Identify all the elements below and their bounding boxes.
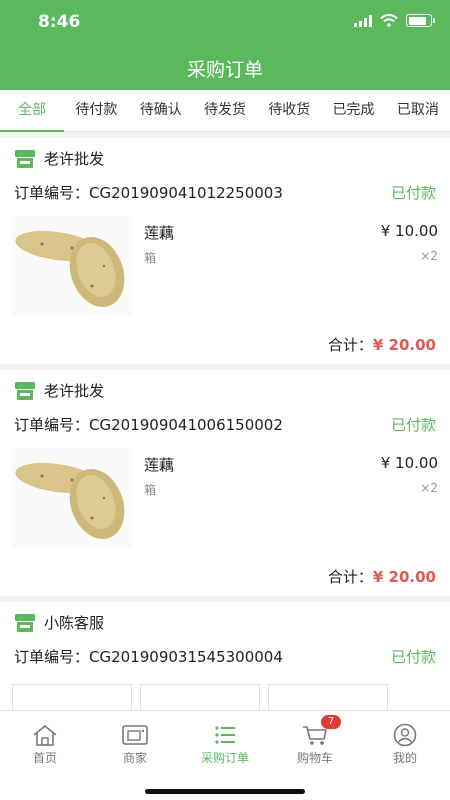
page-title: 采购订单 [186, 59, 263, 81]
order-number-row: 订单编号：CG201909031545300004 已付款 [14, 646, 436, 667]
store-icon [15, 613, 35, 632]
product-name: 莲藕 [144, 456, 175, 474]
nav-merchants[interactable]: 商家 [90, 711, 180, 771]
signal-icon [354, 14, 372, 27]
product-image-lotus-root [12, 216, 132, 316]
order-total-row: 合计：¥ 20.00 [328, 334, 436, 355]
nav-home-label: 首页 [32, 751, 57, 765]
tab-completed[interactable]: 已完成 [321, 90, 385, 131]
order-number: 订单编号：CG201909041006150002 [14, 416, 283, 434]
home-icon [33, 725, 57, 746]
tab-pending-payment[interactable]: 待付款 [64, 90, 128, 131]
store-row[interactable]: 小陈客服 [14, 612, 104, 633]
home-indicator[interactable] [145, 789, 305, 794]
total-label: 合计： [327, 336, 373, 354]
tab-pending-receive[interactable]: 待收货 [257, 90, 321, 131]
product-price: ¥ 10.00 [380, 222, 438, 240]
store-icon [122, 725, 148, 745]
product-image-lotus-root [12, 448, 132, 548]
app-header: 8:46 采购订单 [0, 0, 450, 90]
nav-purchase-orders[interactable]: 采购订单 [180, 711, 270, 771]
order-number-row: 订单编号：CG201909041012250003 已付款 [14, 182, 436, 203]
status-time: 8:46 [38, 12, 81, 32]
nav-home[interactable]: 首页 [0, 711, 90, 771]
order-total: ¥ 20.00 [372, 336, 436, 354]
product-quantity: ×2 [420, 249, 438, 263]
user-icon [393, 723, 417, 747]
order-card[interactable]: 小陈客服 订单编号：CG201909031545300004 已付款 [0, 602, 450, 722]
store-icon [15, 381, 35, 400]
bottom-nav: 首页 商家 采购订单 7 购物车 我的 [0, 710, 450, 800]
nav-cart[interactable]: 7 购物车 [270, 711, 360, 771]
product-unit: 箱 [144, 251, 157, 265]
status-icons [354, 14, 435, 27]
order-total-row: 合计：¥ 20.00 [328, 566, 436, 587]
total-label: 合计： [327, 568, 373, 586]
product-unit: 箱 [144, 483, 157, 497]
store-row[interactable]: 老许批发 [14, 148, 104, 169]
nav-profile[interactable]: 我的 [360, 711, 450, 771]
order-status: 已付款 [390, 416, 436, 434]
product-row[interactable]: 莲藕 箱 ¥ 10.00 ×2 [12, 448, 438, 548]
order-number-row: 订单编号：CG201909041006150002 已付款 [14, 414, 436, 435]
order-status: 已付款 [390, 184, 436, 202]
order-status-tabs: 全部 待付款 待确认 待发货 待收货 已完成 已取消 [0, 90, 450, 132]
cart-badge: 7 [321, 715, 341, 729]
store-icon [15, 149, 35, 168]
tab-cancelled[interactable]: 已取消 [386, 90, 450, 131]
list-icon [215, 726, 235, 744]
product-price: ¥ 10.00 [380, 454, 438, 472]
order-number: 订单编号：CG201909031545300004 [14, 648, 283, 666]
order-card[interactable]: 老许批发 订单编号：CG201909041012250003 已付款 莲藕 箱 … [0, 138, 450, 364]
tab-all[interactable]: 全部 [0, 90, 65, 132]
product-row[interactable]: 莲藕 箱 ¥ 10.00 ×2 [12, 216, 438, 316]
order-card[interactable]: 老许批发 订单编号：CG201909041006150002 已付款 莲藕 箱 … [0, 370, 450, 596]
order-total: ¥ 20.00 [372, 568, 436, 586]
store-name: 老许批发 [44, 150, 105, 168]
store-row[interactable]: 老许批发 [14, 380, 104, 401]
nav-merchants-label: 商家 [122, 751, 147, 765]
product-quantity: ×2 [420, 481, 438, 495]
tab-pending-confirm[interactable]: 待确认 [129, 90, 193, 131]
order-list: 老许批发 订单编号：CG201909041012250003 已付款 莲藕 箱 … [0, 138, 450, 728]
store-name: 老许批发 [44, 382, 105, 400]
order-status: 已付款 [390, 648, 436, 666]
tab-pending-ship[interactable]: 待发货 [193, 90, 257, 131]
wifi-icon [380, 14, 398, 27]
battery-icon [406, 14, 435, 27]
nav-purchase-orders-label: 采购订单 [200, 751, 249, 765]
product-name: 莲藕 [144, 224, 175, 242]
nav-profile-label: 我的 [392, 751, 417, 765]
nav-cart-label: 购物车 [296, 751, 333, 765]
order-number: 订单编号：CG201909041012250003 [14, 184, 283, 202]
store-name: 小陈客服 [44, 614, 105, 632]
